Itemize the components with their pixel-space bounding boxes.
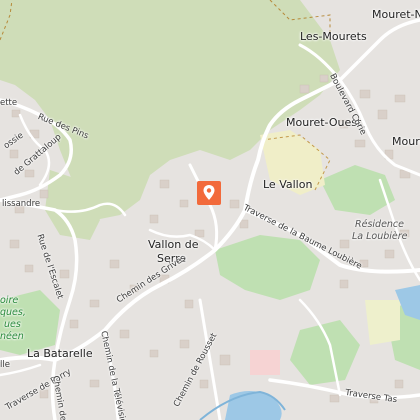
green-label-neen: néen (0, 331, 24, 342)
place-label-residence: Résidence (355, 219, 404, 230)
hospital-area (250, 350, 280, 375)
location-marker[interactable] (196, 180, 222, 206)
place-label-vallon-de: Vallon de (148, 238, 199, 251)
map-pin-icon (197, 181, 221, 205)
place-label-mouret-n: Mouret-N (372, 8, 420, 21)
green-label-oire: oire (0, 295, 19, 306)
place-label-la-batarelle: La Batarelle (27, 347, 93, 360)
street-label-lle: lle (0, 360, 10, 370)
place-label-le-vallon: Le Vallon (263, 178, 313, 191)
place-label-moure: Moure (392, 135, 420, 148)
place-label-les-mourets: Les-Mourets (300, 30, 367, 43)
green-label-ues: ues (4, 319, 21, 330)
school-area-2 (365, 300, 400, 345)
street-label-lissandre: lissandre (2, 199, 41, 209)
place-label-la-loubiere: La Loubière (352, 231, 408, 242)
street-label-ette: ette (0, 98, 18, 108)
green-label-ques: ques, (0, 307, 26, 318)
map-view[interactable]: Les-Mourets Mouret-N Mouret-Ouest Moure … (0, 0, 420, 420)
